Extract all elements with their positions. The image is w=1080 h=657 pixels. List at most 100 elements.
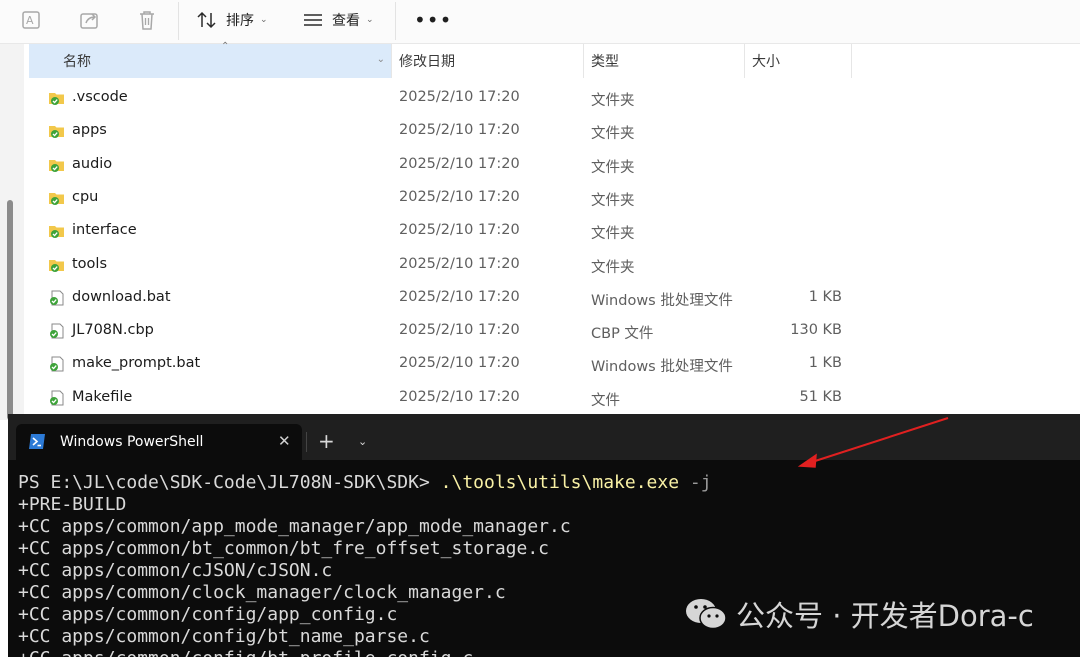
file-name: tools xyxy=(72,255,108,272)
column-header-date[interactable]: 修改日期 xyxy=(399,44,455,78)
file-type: 文件夹 xyxy=(591,93,635,109)
file-date: 2025/2/10 17:20 xyxy=(399,288,520,305)
chevron-down-icon: ⌄ xyxy=(366,15,374,25)
file-row[interactable]: .vscode 2025/2/10 17:20 文件夹 xyxy=(24,82,1080,115)
command-text: .\tools\utils\make.exe xyxy=(440,472,680,493)
column-divider[interactable] xyxy=(583,44,584,78)
file-size: 1 KB xyxy=(808,288,842,305)
output-line: +CC apps/common/app_mode_manager/app_mod… xyxy=(18,516,571,537)
file-icon xyxy=(50,323,64,339)
file-date: 2025/2/10 17:20 xyxy=(399,388,520,405)
file-row[interactable]: make_prompt.bat 2025/2/10 17:20 Windows 批处… xyxy=(24,348,1080,381)
watermark: 公众号 · 开发者Dora-c xyxy=(684,594,1034,634)
folder-icon xyxy=(49,259,64,272)
trash-icon xyxy=(140,11,154,30)
delete-button[interactable] xyxy=(135,5,159,35)
explorer-toolbar: A 排序 ⌄ 查看 ⌄ ••• xyxy=(0,0,1080,44)
file-row[interactable]: tools 2025/2/10 17:20 文件夹 xyxy=(24,249,1080,282)
file-name: make_prompt.bat xyxy=(72,355,201,372)
file-date: 2025/2/10 17:20 xyxy=(399,188,520,205)
tab-title: Windows PowerShell xyxy=(60,434,204,450)
sort-icon xyxy=(197,11,216,29)
more-options-button[interactable]: ••• xyxy=(414,5,452,35)
file-date: 2025/2/10 17:20 xyxy=(399,222,520,239)
output-line: +CC apps/common/config/bt_profile_config… xyxy=(18,648,712,657)
navigation-scrollbar[interactable] xyxy=(7,200,13,420)
view-button[interactable]: 查看 ⌄ xyxy=(302,5,374,35)
toolbar-divider xyxy=(395,2,396,40)
column-divider[interactable] xyxy=(744,44,745,78)
chevron-down-icon: ⌄ xyxy=(260,15,268,25)
file-name: audio xyxy=(72,155,113,172)
file-date: 2025/2/10 17:20 xyxy=(399,155,520,172)
file-row[interactable]: apps 2025/2/10 17:20 文件夹 xyxy=(24,115,1080,148)
view-label: 查看 xyxy=(332,13,360,29)
file-row[interactable]: audio 2025/2/10 17:20 文件夹 xyxy=(24,149,1080,182)
view-list-icon xyxy=(304,14,322,26)
file-name: apps xyxy=(72,122,107,139)
file-row[interactable]: JL708N.cbp 2025/2/10 17:20 CBP 文件 130 KB xyxy=(24,315,1080,348)
column-type-label: 类型 xyxy=(591,54,619,70)
folder-icon xyxy=(49,93,64,105)
file-type: Windows 批处理文件 xyxy=(591,359,733,376)
file-name: .vscode xyxy=(72,89,128,105)
sort-ascending-icon: ⌃ xyxy=(221,41,230,52)
output-line: +CC apps/common/bt_common/bt_fre_offset_… xyxy=(18,538,550,559)
file-name: cpu xyxy=(72,188,99,205)
terminal-tab-bar: Windows PowerShell ✕ + ⌄ xyxy=(8,414,1080,460)
close-icon[interactable]: ✕ xyxy=(278,432,291,450)
prompt-line: PS E:\JL\code\SDK-Code\JL708N-SDK\SDK> .… xyxy=(18,472,712,494)
column-divider[interactable] xyxy=(391,44,392,78)
terminal-output[interactable]: PS E:\JL\code\SDK-Code\JL708N-SDK\SDK> .… xyxy=(18,472,712,657)
output-line: +CC apps/common/clock_manager/clock_mana… xyxy=(18,582,506,603)
file-date: 2025/2/10 17:20 xyxy=(399,322,520,339)
folder-icon xyxy=(49,192,64,205)
sort-label: 排序 xyxy=(226,13,254,29)
chevron-down-icon[interactable]: ⌄ xyxy=(358,435,367,448)
navigation-pane xyxy=(0,44,24,420)
batch-file-icon xyxy=(50,290,64,306)
column-divider[interactable] xyxy=(851,44,852,78)
file-row[interactable]: Makefile 2025/2/10 17:20 文件 51 KB xyxy=(24,382,1080,415)
file-size: 130 KB xyxy=(790,322,842,339)
file-name: download.bat xyxy=(72,288,171,305)
file-type: 文件 xyxy=(591,392,620,409)
file-date: 2025/2/10 17:20 xyxy=(399,255,520,272)
file-row[interactable]: cpu 2025/2/10 17:20 文件夹 xyxy=(24,182,1080,215)
file-explorer: A 排序 ⌄ 查看 ⌄ ••• 名称 ⌃ ⌄ 修改日期 类型 大小 .vscod… xyxy=(0,0,1080,420)
svg-text:A: A xyxy=(26,14,34,27)
rename-button[interactable]: A xyxy=(20,5,44,35)
file-type: 文件夹 xyxy=(591,126,635,143)
file-date: 2025/2/10 17:20 xyxy=(399,122,520,139)
column-header-size[interactable]: 大小 xyxy=(752,44,780,78)
folder-icon xyxy=(49,126,64,139)
folder-icon xyxy=(49,226,64,239)
new-tab-plus-icon[interactable]: + xyxy=(318,431,335,451)
file-size: 51 KB xyxy=(799,388,842,405)
powershell-icon xyxy=(29,434,45,449)
share-icon xyxy=(80,13,98,29)
toolbar-divider xyxy=(178,2,179,40)
file-type: 文件夹 xyxy=(591,259,635,276)
file-name: JL708N.cbp xyxy=(72,322,154,339)
command-flag: -j xyxy=(679,472,712,493)
wechat-icon xyxy=(686,599,727,630)
file-type: 文件夹 xyxy=(591,192,635,209)
sort-button[interactable]: 排序 ⌄ xyxy=(196,5,268,35)
tab-divider xyxy=(306,432,307,452)
file-type: Windows 批处理文件 xyxy=(591,292,733,309)
column-header-name[interactable]: 名称 ⌃ ⌄ xyxy=(29,41,391,78)
column-header-row: 名称 ⌃ ⌄ 修改日期 类型 大小 xyxy=(24,41,1080,78)
file-date: 2025/2/10 17:20 xyxy=(399,89,520,105)
file-size: 1 KB xyxy=(808,355,842,372)
file-row[interactable]: download.bat 2025/2/10 17:20 Windows 批处理文件… xyxy=(24,282,1080,315)
share-button[interactable] xyxy=(78,5,102,35)
more-icon: ••• xyxy=(414,8,453,32)
prompt-path: PS E:\JL\code\SDK-Code\JL708N-SDK\SDK> xyxy=(18,472,441,493)
file-row[interactable]: interface 2025/2/10 17:20 文件夹 xyxy=(24,215,1080,248)
chevron-down-icon[interactable]: ⌄ xyxy=(377,54,385,65)
output-line: +PRE-BUILD xyxy=(18,494,127,515)
column-header-type[interactable]: 类型 xyxy=(591,44,619,78)
tab-windows-powershell[interactable]: Windows PowerShell ✕ xyxy=(16,424,302,460)
rename-icon: A xyxy=(22,11,40,29)
